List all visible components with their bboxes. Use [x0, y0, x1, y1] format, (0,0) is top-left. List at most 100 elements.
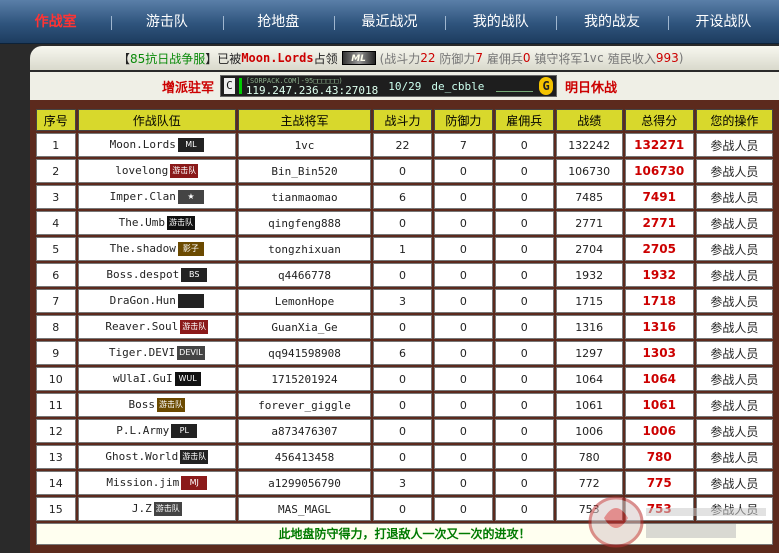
team-name[interactable]: lovelong: [115, 164, 168, 177]
participants-link[interactable]: 参战人员: [695, 237, 773, 261]
nav-item-6[interactable]: 开设战队: [667, 0, 779, 44]
team-name[interactable]: P.L.Army: [116, 424, 169, 437]
reinforce-garrison-link[interactable]: 增派驻军: [162, 77, 214, 96]
merc-cell: 0: [494, 159, 554, 183]
team-cell[interactable]: The.shadow 影子: [77, 237, 236, 261]
participants-link[interactable]: 参战人员: [695, 471, 773, 495]
nav-item-1[interactable]: 游击队: [111, 0, 222, 44]
team-name[interactable]: wUlaI.GuI: [113, 372, 173, 385]
team-cell[interactable]: Tiger.DEVI DEVIL: [77, 341, 236, 365]
merc-cell: 0: [494, 393, 554, 417]
team-cell[interactable]: Reaver.Soul 游击队: [77, 315, 236, 339]
team-cell[interactable]: Ghost.World 游击队: [77, 445, 236, 469]
score-cell: 132271: [624, 133, 694, 157]
record-cell: 780: [555, 445, 623, 469]
merc-cell: 0: [494, 289, 554, 313]
record-cell: 1715: [555, 289, 623, 313]
nav-item-0[interactable]: 作战室: [0, 0, 111, 44]
team-name[interactable]: The.shadow: [110, 242, 176, 255]
participants-link[interactable]: 参战人员: [695, 341, 773, 365]
participants-link[interactable]: 参战人员: [695, 159, 773, 183]
nav-item-4[interactable]: 我的战队: [445, 0, 556, 44]
team-cell[interactable]: Mission.jim MJ: [77, 471, 236, 495]
participants-link[interactable]: 参战人员: [695, 211, 773, 235]
power-cell: 0: [373, 393, 432, 417]
team-name[interactable]: Boss.despot: [106, 268, 179, 281]
team-logo-image: WUL: [174, 372, 201, 386]
participants-link[interactable]: 参战人员: [695, 393, 773, 417]
nav-item-2[interactable]: 抢地盘: [222, 0, 334, 44]
power-cell: 6: [373, 185, 432, 209]
power-cell: 6: [373, 341, 432, 365]
score-cell: 1006: [624, 419, 694, 443]
score-cell: 2705: [624, 237, 694, 261]
table-row: 12 P.L.Army PL a873476307 0 0 0 1006 1006 参战人员: [36, 419, 773, 443]
participants-link[interactable]: 参战人员: [695, 419, 773, 443]
nav-item-3[interactable]: 最近战况: [333, 0, 445, 44]
participants-link[interactable]: 参战人员: [695, 445, 773, 469]
score-cell: 753: [624, 497, 694, 521]
record-cell: 1932: [555, 263, 623, 287]
power-cell: 0: [373, 263, 432, 287]
participants-link[interactable]: 参战人员: [695, 497, 773, 521]
rank-cell: 4: [36, 211, 76, 235]
defense-label: 防御力: [439, 51, 476, 66]
occupier-team[interactable]: Moon.Lords: [241, 51, 313, 65]
team-cell[interactable]: wUlaI.GuI WUL: [77, 367, 236, 391]
participants-link[interactable]: 参战人员: [695, 367, 773, 391]
record-cell: 106730: [555, 159, 623, 183]
participants-link[interactable]: 参战人员: [695, 315, 773, 339]
rank-cell: 14: [36, 471, 76, 495]
participants-link[interactable]: 参战人员: [695, 289, 773, 313]
footer-message: 此地盘防守得力，打退敌人一次又一次的进攻！: [36, 523, 773, 545]
general-cell: GuanXia_Ge: [238, 315, 372, 339]
team-name[interactable]: Imper.Clan: [110, 190, 176, 203]
table-row: 11 Boss 游击队 forever_giggle 0 0 0 1061 1061 参战人员: [36, 393, 773, 417]
team-name[interactable]: Reaver.Soul: [105, 320, 178, 333]
record-cell: 772: [555, 471, 623, 495]
income-label: 殖民收入: [607, 51, 656, 66]
merc-value: 0: [522, 51, 531, 65]
general-cell: a1299056790: [238, 471, 372, 495]
team-cell[interactable]: Imper.Clan ★: [77, 185, 236, 209]
team-cell[interactable]: J.Z 游击队: [77, 497, 236, 521]
team-name[interactable]: Mission.jim: [106, 476, 179, 489]
participants-link[interactable]: 参战人员: [695, 263, 773, 287]
rank-cell: 2: [36, 159, 76, 183]
team-name[interactable]: The.Umb: [119, 216, 165, 229]
rank-cell: 12: [36, 419, 76, 443]
defense-value: 7: [475, 51, 484, 65]
defense-cell: 7: [433, 133, 493, 157]
general-cell: 1vc: [238, 133, 372, 157]
team-name[interactable]: Moon.Lords: [110, 138, 176, 151]
general-cell: 1715201924: [238, 367, 372, 391]
g-logo-icon: G: [539, 77, 554, 95]
record-cell: 1316: [555, 315, 623, 339]
team-name[interactable]: DraGon.Hun: [110, 294, 176, 307]
team-logo-image: 游击队: [180, 450, 209, 464]
participants-link[interactable]: 参战人员: [695, 185, 773, 209]
team-cell[interactable]: lovelong 游击队: [77, 159, 236, 183]
team-name[interactable]: Ghost.World: [105, 450, 178, 463]
team-cell[interactable]: Boss 游击队: [77, 393, 236, 417]
power-cell: 0: [373, 445, 432, 469]
general-cell: 456413458: [238, 445, 372, 469]
team-cell[interactable]: Moon.Lords ML: [77, 133, 236, 157]
player-icon: C: [224, 78, 235, 94]
team-cell[interactable]: The.Umb 游击队: [77, 211, 236, 235]
defense-cell: 0: [433, 185, 493, 209]
team-name[interactable]: J.Z: [132, 502, 152, 515]
occupation-status-bar: 【 85抗日战争服 】已被 Moon.Lords 占领 ML (战斗力 22 防…: [30, 46, 779, 70]
team-cell[interactable]: P.L.Army PL: [77, 419, 236, 443]
team-cell[interactable]: Boss.despot BS: [77, 263, 236, 287]
nav-item-5[interactable]: 我的战友: [556, 0, 667, 44]
merc-cell: 0: [494, 419, 554, 443]
participants-link[interactable]: 参战人员: [695, 133, 773, 157]
score-cell: 1718: [624, 289, 694, 313]
team-name[interactable]: Tiger.DEVI: [109, 346, 175, 359]
occupier-logo-image: ML: [341, 51, 376, 65]
server-banner[interactable]: C [SORPACK.COM]-95□□□□□□) 119.247.236.43…: [220, 75, 558, 97]
team-cell[interactable]: DraGon.Hun: [77, 289, 236, 313]
power-cell: 3: [373, 471, 432, 495]
team-name[interactable]: Boss: [129, 398, 156, 411]
